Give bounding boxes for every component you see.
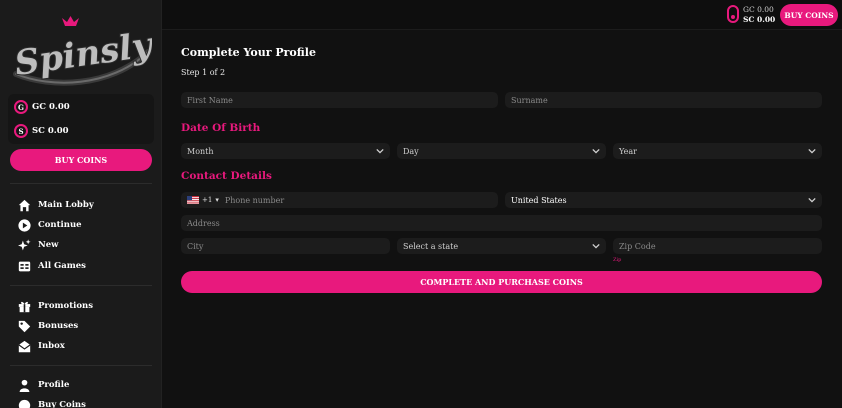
sc-coin-icon: S [14,124,28,138]
sidebar-item-label: Promotions [38,301,93,311]
spinsly-logo[interactable]: Spinsly [10,8,157,90]
sidebar-item-inbox[interactable]: Inbox [18,338,65,354]
country-select-value: United States [511,195,567,205]
sidebar-divider [10,365,152,366]
user-icon [19,379,30,392]
sidebar-item-main-lobby[interactable]: Main Lobby [18,197,94,213]
gc-balance: G GC 0.00 [14,98,70,116]
chevron-down-icon [808,147,816,155]
sidebar-item-buy-coins[interactable]: Buy Coins [18,397,86,408]
month-select[interactable]: Month [181,143,390,159]
sidebar-item-label: Continue [38,220,82,230]
complete-and-purchase-button[interactable]: COMPLETE AND PURCHASE COINS [181,271,822,293]
topbar-buy-coins-button[interactable]: BUY COINS [780,4,838,26]
gc-balance-label: GC 0.00 [32,102,70,112]
phone-placeholder: Phone number [224,195,285,205]
sc-balance-label: SC 0.00 [32,126,69,136]
us-flag-icon [187,196,199,204]
caret-down-icon: ▾ [215,196,219,204]
year-select-value: Year [619,146,637,156]
sidebar-item-label: All Games [38,261,86,271]
grid-icon [18,261,31,271]
sparkle-icon [18,238,31,250]
sidebar-item-profile[interactable]: Profile [18,377,69,393]
contact-heading: Contact Details [181,170,272,182]
sidebar-item-label: Buy Coins [38,400,86,408]
day-select[interactable]: Day [397,143,606,159]
sidebar-buy-coins-button[interactable]: BUY COINS [10,149,152,171]
state-select-value: Select a state [403,241,459,251]
top-bar: GC 0.00 SC 0.00 BUY COINS [162,0,842,30]
sidebar-item-new[interactable]: New [18,237,59,253]
chevron-down-icon [592,147,600,155]
sidebar-divider [10,285,152,286]
home-icon [18,199,31,211]
sidebar-item-label: Profile [38,380,70,390]
country-code: +1 [202,196,213,204]
sc-balance: S SC 0.00 [14,122,69,140]
mail-icon [18,340,31,352]
sidebar-item-continue[interactable]: Continue [18,217,82,233]
topbar-sc-balance: SC 0.00 [743,15,776,24]
country-select[interactable]: United States [505,192,822,208]
coin-icon [18,399,31,408]
logo-wordmark: Spinsly [12,25,152,84]
gift-icon [18,301,31,312]
city-input[interactable]: City [181,238,390,254]
step-indicator: Step 1 of 2 [181,68,226,77]
sidebar-item-label: Inbox [38,341,65,351]
phone-input[interactable]: +1 ▾ Phone number [181,192,498,208]
page-title: Complete Your Profile [181,46,316,59]
first-name-input[interactable]: First Name [181,92,498,108]
play-icon [18,218,31,232]
profile-form: Complete Your Profile Step 1 of 2 First … [162,31,842,408]
topbar-gc-balance: GC 0.00 [743,5,774,14]
surname-input[interactable]: Surname [505,92,822,108]
sidebar-item-label: New [38,240,59,250]
state-select[interactable]: Select a state [397,238,606,254]
sidebar-item-all-games[interactable]: All Games [18,258,86,274]
zip-hint: Zip [613,257,622,263]
month-select-value: Month [187,146,214,156]
chevron-down-icon [808,196,816,204]
address-input[interactable]: Address [181,215,822,231]
zip-code-input[interactable]: Zip Code [613,238,822,254]
wallet-icon[interactable] [727,5,739,23]
sidebar-item-label: Bonuses [38,321,79,331]
sidebar: Spinsly G GC 0.00 S SC 0.00 BUY COINS Ma… [0,0,162,408]
chevron-down-icon [376,147,384,155]
year-select[interactable]: Year [613,143,822,159]
dob-heading: Date Of Birth [181,122,261,134]
gc-coin-icon: G [14,100,28,114]
balance-box: G GC 0.00 S SC 0.00 [8,94,154,144]
day-select-value: Day [403,146,419,156]
sidebar-item-label: Main Lobby [38,200,94,210]
chevron-down-icon [592,242,600,250]
sidebar-item-bonuses[interactable]: Bonuses [18,318,78,334]
sidebar-item-promotions[interactable]: Promotions [18,298,93,314]
logo-graphic: Spinsly [11,16,157,86]
tag-icon [18,320,31,332]
sidebar-divider [10,183,152,184]
country-code-selector[interactable]: +1 ▾ [187,196,219,204]
